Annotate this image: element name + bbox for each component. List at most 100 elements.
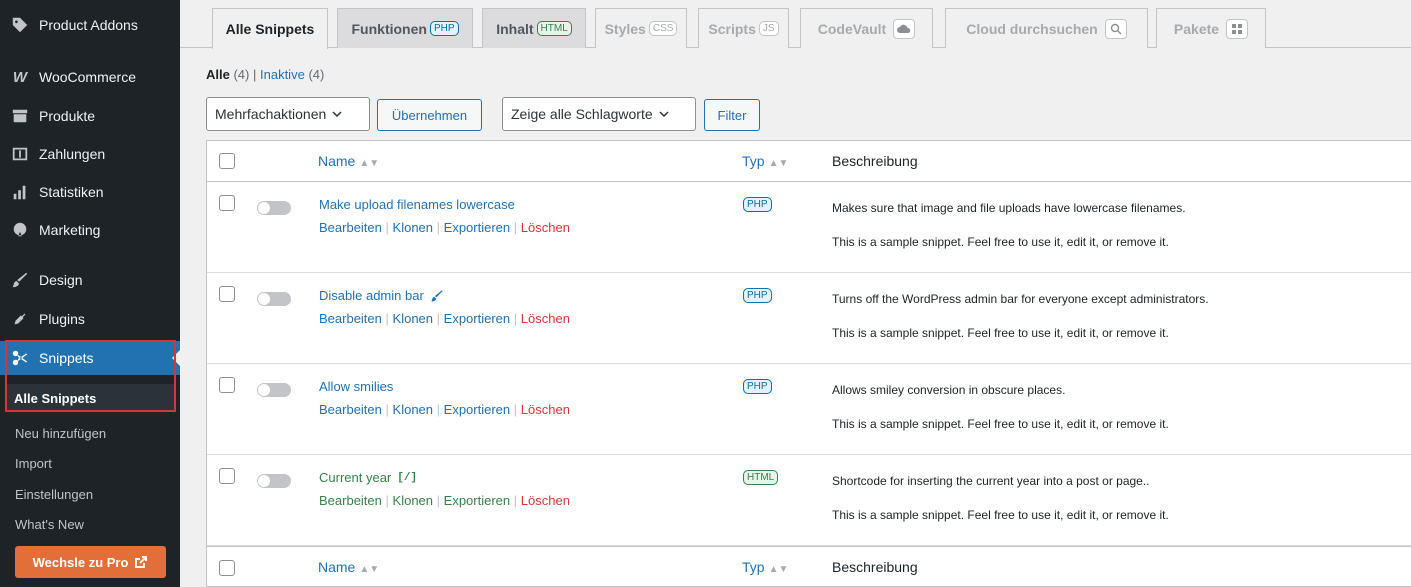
tab-cloud-search[interactable]: Cloud durchsuchen: [945, 8, 1148, 48]
column-type-label: Typ: [742, 559, 765, 575]
export-link[interactable]: Exportieren: [444, 402, 510, 417]
submenu-item-whats-new[interactable]: What's New: [15, 517, 84, 532]
sidebar-item-produkte[interactable]: Produkte: [0, 99, 180, 133]
submenu-item-import[interactable]: Import: [15, 456, 52, 471]
tag-icon: [10, 15, 30, 35]
sidebar-item-design[interactable]: Design: [0, 263, 180, 297]
tab-codevault[interactable]: CodeVault: [800, 8, 933, 48]
tab-content[interactable]: Inhalt HTML: [482, 8, 586, 48]
select-all-checkbox[interactable]: [219, 153, 235, 169]
column-name-label: Name: [318, 153, 356, 169]
sidebar-item-marketing[interactable]: Marketing: [0, 213, 180, 247]
cloud-icon: [893, 18, 916, 39]
plug-icon: [10, 309, 30, 329]
edit-link[interactable]: Bearbeiten: [319, 493, 382, 508]
edit-link[interactable]: Bearbeiten: [319, 220, 382, 235]
sort-icon: ▲▼: [768, 564, 789, 575]
row-checkbox[interactable]: [219, 195, 235, 211]
bulk-actions-select[interactable]: Mehrfachaktionen: [206, 97, 370, 131]
submenu-item-add-new[interactable]: Neu hinzufügen: [15, 426, 106, 441]
clone-link[interactable]: Klonen: [393, 493, 433, 508]
row-checkbox[interactable]: [219, 468, 235, 484]
external-link-icon: [135, 556, 148, 568]
sort-icon: ▲▼: [359, 158, 380, 169]
sidebar-item-product-addons[interactable]: Product Addons: [0, 8, 180, 42]
table-row: Current year [/] Bearbeiten | Klonen | E…: [207, 455, 1411, 546]
type-badge: PHP: [743, 379, 772, 394]
column-name-label: Name: [318, 559, 356, 575]
snippet-title-link[interactable]: Allow smilies: [319, 379, 393, 394]
clone-link[interactable]: Klonen: [393, 402, 433, 417]
activate-toggle[interactable]: [257, 474, 291, 488]
woo-icon: W: [12, 68, 28, 86]
export-link[interactable]: Exportieren: [444, 220, 510, 235]
sidebar-item-zahlungen[interactable]: Zahlungen: [0, 137, 180, 171]
search-icon: [1104, 18, 1127, 39]
delete-link[interactable]: Löschen: [521, 220, 570, 235]
megaphone-icon: [10, 220, 30, 240]
column-type[interactable]: Typ ▲▼: [742, 559, 788, 575]
snippet-title: Allow smilies: [319, 379, 394, 394]
separator: |: [385, 220, 389, 235]
table-footer: Name ▲▼ Typ ▲▼ Beschreibung: [207, 546, 1411, 587]
tab-scripts[interactable]: Scripts JS: [698, 8, 789, 48]
main-content: Alle Snippets Funktionen PHP Inhalt HTML…: [180, 0, 1411, 587]
snippet-title-link[interactable]: Disable admin bar: [319, 288, 444, 303]
column-type[interactable]: Typ ▲▼: [742, 153, 788, 169]
highlight-frame: [5, 340, 176, 412]
delete-link[interactable]: Löschen: [521, 311, 570, 326]
activate-toggle[interactable]: [257, 201, 291, 215]
tab-functions[interactable]: Funktionen PHP: [337, 8, 473, 48]
upgrade-pro-button[interactable]: Wechsle zu Pro: [15, 546, 166, 578]
table-row: Make upload filenames lowercase Bearbeit…: [207, 182, 1411, 273]
snippet-title-link[interactable]: Current year [/]: [319, 470, 417, 485]
activate-toggle[interactable]: [257, 383, 291, 397]
tab-styles[interactable]: Styles CSS: [595, 8, 687, 48]
column-name[interactable]: Name ▲▼: [318, 559, 379, 575]
sort-icon: ▲▼: [359, 564, 380, 575]
tab-label: Inhalt: [496, 20, 534, 37]
select-all-checkbox[interactable]: [219, 560, 235, 576]
delete-link[interactable]: Löschen: [521, 402, 570, 417]
column-name[interactable]: Name ▲▼: [318, 153, 379, 169]
submenu-item-settings[interactable]: Einstellungen: [15, 487, 93, 502]
view-inactive-link[interactable]: Inaktive: [260, 67, 305, 82]
row-checkbox[interactable]: [219, 286, 235, 302]
edit-link[interactable]: Bearbeiten: [319, 311, 382, 326]
delete-link[interactable]: Löschen: [521, 493, 570, 508]
tab-label: Styles: [604, 20, 646, 37]
tab-label: CodeVault: [817, 20, 887, 37]
tab-all-snippets[interactable]: Alle Snippets: [212, 8, 328, 49]
snippet-note: This is a sample snippet. Feel free to u…: [832, 508, 1169, 522]
sidebar-item-label: Zahlungen: [39, 146, 106, 162]
brush-icon: [10, 270, 30, 290]
status-views: Alle (4) | Inaktive (4): [206, 67, 324, 82]
column-description: Beschreibung: [832, 153, 918, 169]
export-link[interactable]: Exportieren: [444, 311, 510, 326]
table-header: Name ▲▼ Typ ▲▼ Beschreibung: [207, 141, 1411, 182]
tab-bundles[interactable]: Pakete: [1156, 8, 1266, 48]
sidebar-item-plugins[interactable]: Plugins: [0, 302, 180, 336]
separator: |: [436, 311, 441, 326]
clone-link[interactable]: Klonen: [393, 220, 433, 235]
snippet-title-link[interactable]: Make upload filenames lowercase: [319, 197, 515, 212]
column-description: Beschreibung: [832, 559, 918, 575]
sidebar-item-label: Design: [39, 272, 83, 288]
separator: |: [513, 493, 518, 508]
export-link[interactable]: Exportieren: [444, 493, 510, 508]
sidebar-item-statistiken[interactable]: Statistiken: [0, 175, 180, 209]
type-badge: PHP: [743, 197, 772, 212]
sidebar-item-woocommerce[interactable]: W WooCommerce: [0, 60, 180, 94]
snippet-description: Allows smiley conversion in obscure plac…: [832, 383, 1066, 397]
activate-toggle[interactable]: [257, 292, 291, 306]
edit-link[interactable]: Bearbeiten: [319, 402, 382, 417]
sidebar-item-label: Marketing: [39, 222, 101, 238]
clone-link[interactable]: Klonen: [393, 311, 433, 326]
snippet-note: This is a sample snippet. Feel free to u…: [832, 326, 1169, 340]
type-badge: HTML: [743, 470, 779, 485]
tags-filter-select[interactable]: Zeige alle Schlagworte: [502, 97, 696, 131]
filter-button[interactable]: Filter: [704, 99, 760, 131]
view-all-label[interactable]: Alle: [206, 67, 230, 82]
apply-button[interactable]: Übernehmen: [377, 99, 482, 131]
row-checkbox[interactable]: [219, 377, 235, 393]
